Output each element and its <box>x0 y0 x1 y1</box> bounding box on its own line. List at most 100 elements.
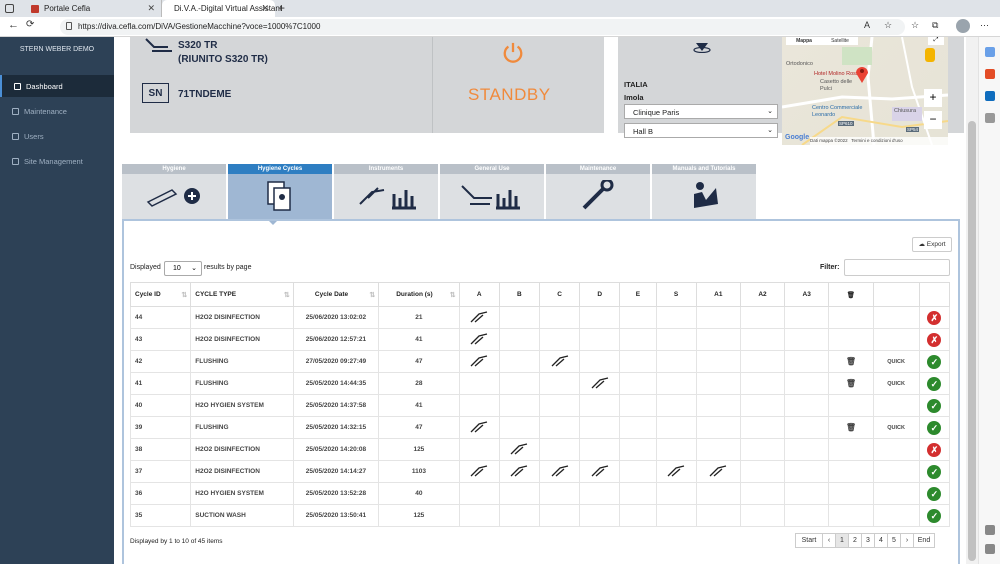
window-menu-icon[interactable] <box>5 4 14 13</box>
export-button[interactable]: ☁ Export <box>912 237 952 252</box>
page-scrollbar[interactable] <box>966 37 978 564</box>
map-marker-icon[interactable] <box>855 65 869 83</box>
col-duration[interactable]: Duration (s) ⇅ <box>378 282 460 307</box>
cell-instrument-a1 <box>695 438 741 461</box>
satellite-tab[interactable]: Satellite <box>822 38 858 44</box>
cycles-table: Cycle ID ⇅ CYCLE TYPE ⇅ Cycle Date ⇅ Durati… <box>129 282 951 527</box>
pagination-info: Displayed by 1 to 10 of 45 items <box>130 538 223 545</box>
sidebar-item-users[interactable]: Users <box>0 125 114 147</box>
table-row: 35 SUCTION WASH 25/05/2020 13:50:41 125 ✓ <box>129 504 951 527</box>
sidebar-item-label: Users <box>24 131 44 141</box>
table-row: 39 FLUSHING 25/05/2020 14:32:15 47 🗑 QUICK ✓ <box>129 416 951 439</box>
sidebar-item-dashboard[interactable]: Dashboard <box>0 75 114 97</box>
tab-hygiene[interactable]: Hygiene <box>122 164 226 219</box>
refresh-icon[interactable]: ⟳ <box>26 19 34 30</box>
url-field[interactable]: https://diva.cefla.com/DiVA/GestioneMacc… <box>60 19 905 35</box>
close-tab-icon[interactable]: ✕ <box>261 3 269 14</box>
tab-instruments[interactable]: Instruments <box>334 164 438 219</box>
page-next-button[interactable]: › <box>900 533 914 548</box>
favorite-star-icon[interactable]: ☆ <box>884 20 892 31</box>
page-5-button[interactable]: 5 <box>887 533 901 548</box>
page-2-button[interactable]: 2 <box>848 533 862 548</box>
cell-duration: 28 <box>378 372 460 395</box>
zoom-in-icon[interactable]: + <box>924 89 942 107</box>
cell-quick <box>872 438 920 461</box>
col-s: S <box>655 282 697 307</box>
page-4-button[interactable]: 4 <box>874 533 888 548</box>
cell-instrument-e <box>619 482 657 505</box>
table-row: 44 H2O2 DISINFECTION 25/06/2020 13:02:02 21… <box>129 306 951 329</box>
cell-cycle-date: 25/06/2020 13:02:02 <box>292 306 380 329</box>
check-icon: ✓ <box>927 376 942 391</box>
outlook-icon[interactable] <box>985 91 995 101</box>
page-start-button[interactable]: Start <box>795 533 823 548</box>
sidebar-item-maintenance[interactable]: Maintenance <box>0 100 114 122</box>
pegman-icon[interactable] <box>925 48 935 62</box>
cell-trash: 🗑 <box>828 372 874 395</box>
tab-hygiene-cycles[interactable]: Hygiene Cycles <box>228 164 332 219</box>
col-cycle-id[interactable]: Cycle ID ⇅ <box>129 282 192 307</box>
trash-icon: 🗑 <box>846 291 856 299</box>
filter-input[interactable] <box>844 259 950 276</box>
cell-cycle-id: 44 <box>129 306 192 329</box>
handpiece-icon <box>510 464 528 476</box>
settings-gear-icon[interactable] <box>985 544 995 554</box>
sidebar-toggle-icon[interactable] <box>985 525 995 535</box>
cell-instrument-a2 <box>739 460 786 483</box>
collections-icon[interactable]: ⧉ <box>932 20 938 31</box>
location-map[interactable]: Mappa Satellite ⤢ Ortodonico Hotel Molino… <box>782 37 948 145</box>
map-tab[interactable]: Mappa <box>786 38 822 44</box>
check-icon: ✓ <box>927 464 942 479</box>
cell-instrument-a2 <box>739 328 786 351</box>
handpiece-icon <box>470 464 488 476</box>
cell-instrument-a2 <box>739 438 786 461</box>
clinic-select[interactable]: Clinique Paris ⌄ <box>624 104 778 119</box>
shopping-icon[interactable] <box>985 69 995 79</box>
map-type-toggle[interactable]: Mappa Satellite <box>786 37 858 45</box>
category-tabs: Hygiene Hygiene Cycles Instruments Gener… <box>122 164 758 219</box>
map-label-place: Centro Commerciale Leonardo <box>812 105 863 118</box>
check-icon: ✓ <box>927 420 942 435</box>
hall-select[interactable]: Hall B ⌄ <box>624 123 778 138</box>
fullscreen-icon[interactable]: ⤢ <box>928 37 944 45</box>
page-1-button[interactable]: 1 <box>835 533 849 548</box>
tab-manuals-tutorials[interactable]: Manuals and Tutorials <box>652 164 756 219</box>
search-icon[interactable] <box>985 47 995 57</box>
profile-avatar[interactable] <box>956 19 970 33</box>
cell-instrument-a <box>458 328 500 351</box>
browser-tab-portale[interactable]: Portale Cefla ✕ <box>24 0 162 17</box>
page-length-select[interactable]: 10 ⌄ <box>164 261 202 276</box>
favorites-icon[interactable]: ☆ <box>911 20 919 31</box>
table-body: 44 H2O2 DISINFECTION 25/06/2020 13:02:02 21… <box>129 306 951 527</box>
col-cycle-type[interactable]: CYCLE TYPE ⇅ <box>190 282 294 307</box>
road-label: SP610 <box>838 121 854 126</box>
tab-label: Hygiene Cycles <box>228 164 332 174</box>
page-3-button[interactable]: 3 <box>861 533 875 548</box>
close-tab-icon[interactable]: ✕ <box>147 3 155 14</box>
sidebar-item-site-management[interactable]: Site Management <box>0 150 114 172</box>
more-menu-icon[interactable]: ⋯ <box>980 20 989 31</box>
col-a2: A2 <box>739 282 786 307</box>
cell-instrument-b <box>498 394 540 417</box>
back-icon[interactable]: ← <box>8 19 19 31</box>
tab-general-use[interactable]: General Use <box>440 164 544 219</box>
cell-instrument-a3 <box>784 306 830 329</box>
zoom-out-icon[interactable]: − <box>924 111 942 129</box>
read-aloud-icon[interactable]: A <box>864 20 870 30</box>
cell-status: ✓ <box>918 482 951 505</box>
add-icon[interactable] <box>985 113 995 123</box>
page-prev-button[interactable]: ‹ <box>822 533 836 548</box>
scrollbar-thumb[interactable] <box>968 121 976 561</box>
col-cycle-date[interactable]: Cycle Date ⇅ <box>292 282 380 307</box>
table-row: 38 H2O2 DISINFECTION 25/05/2020 14:20:08 12… <box>129 438 951 461</box>
map-terms[interactable]: Termini e condizioni d'uso <box>851 138 902 143</box>
cell-quick: QUICK <box>872 416 920 439</box>
browser-tab-diva[interactable]: Di.V.A.-Digital Virtual Assistant ✕ <box>162 0 282 17</box>
new-tab-icon[interactable]: + <box>278 1 285 15</box>
cell-instrument-d <box>579 504 621 527</box>
cell-cycle-type: H2O2 DISINFECTION <box>190 438 294 461</box>
tab-maintenance[interactable]: Maintenance <box>546 164 650 219</box>
page-end-button[interactable]: End <box>913 533 935 548</box>
cell-instrument-b <box>498 372 540 395</box>
cell-cycle-id: 39 <box>129 416 192 439</box>
